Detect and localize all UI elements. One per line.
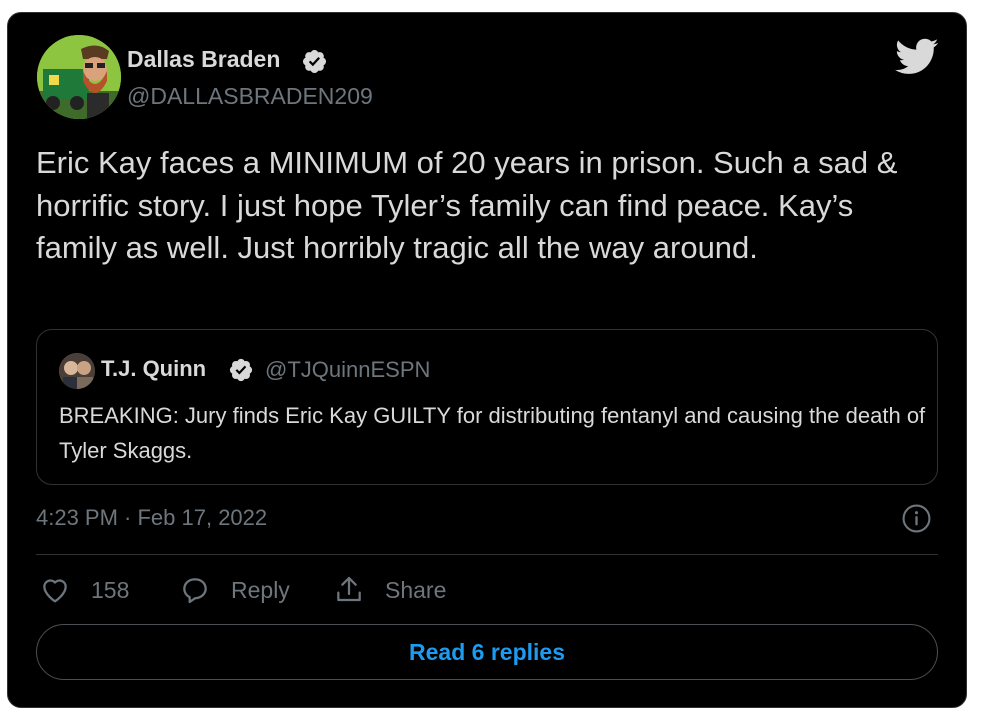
share-label: Share (385, 576, 447, 603)
quoted-author-avatar (59, 353, 95, 389)
quoted-tweet[interactable]: T.J. Quinn @TJQuinnESPN BREAKING: Jury f… (36, 329, 938, 485)
heart-icon (43, 579, 67, 603)
avatar-image (37, 35, 121, 119)
verified-badge-icon (229, 358, 253, 382)
twitter-bird-icon[interactable] (895, 38, 939, 76)
like-button[interactable]: 158 (39, 570, 129, 610)
read-replies-label: Read 6 replies (409, 638, 565, 665)
quoted-author-name: T.J. Quinn (101, 356, 207, 381)
author-name[interactable]: Dallas Braden (127, 46, 280, 73)
quoted-author-handle: @TJQuinnESPN (265, 357, 431, 382)
share-button[interactable]: Share (333, 570, 446, 610)
reply-label: Reply (231, 576, 290, 603)
share-upload-icon (337, 576, 361, 602)
quoted-tweet-text: BREAKING: Jury finds Eric Kay GUILTY for… (59, 403, 926, 463)
tweet-timestamp[interactable]: 4:23 PM · Feb 17, 2022 (36, 505, 267, 531)
quoted-avatar-image (59, 353, 95, 389)
author-handle[interactable]: @DALLASBRADEN209 (127, 83, 373, 110)
verified-badge-icon (302, 49, 327, 74)
read-replies-button[interactable]: Read 6 replies (36, 624, 938, 680)
divider (36, 554, 938, 555)
tweet-card: Dallas Braden @DALLASBRADEN209 Eric Kay … (7, 12, 967, 708)
speech-bubble-icon (183, 578, 207, 604)
tweet-text: Eric Kay faces a MINIMUM of 20 years in … (36, 145, 898, 265)
author-avatar[interactable] (37, 35, 121, 119)
reply-button[interactable]: Reply (179, 570, 290, 610)
info-icon[interactable] (901, 503, 932, 534)
like-count: 158 (91, 576, 130, 603)
